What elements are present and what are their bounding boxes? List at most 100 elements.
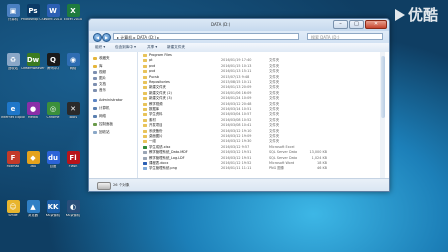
nav-pane-item[interactable]: 回收站 <box>93 130 110 135</box>
nav-pane-item[interactable]: 视频 <box>93 70 106 75</box>
nav-pane-item[interactable]: 图片 <box>93 76 106 81</box>
desktop-icon[interactable]: F Foxmail <box>2 151 24 175</box>
search-input[interactable]: 搜索 DATA (D:) <box>307 33 383 40</box>
content-area: 收藏夹库视频 图片 文档 音乐 Administrator 计算机网络控制面板回收站 Pr… <box>89 52 389 178</box>
app-icon: du <box>46 151 60 164</box>
file-name: pvd <box>149 69 156 74</box>
toolbar-button[interactable]: 组织 ▾ <box>95 45 105 50</box>
close-button[interactable]: ✕ <box>365 20 387 29</box>
desktop-icon[interactable]: ◆ 360 <box>22 151 44 175</box>
file-row[interactable]: pvd 2016/01/13 15:11 文件夹 <box>141 69 379 74</box>
file-row[interactable]: 新建文件夹 (3) 2016/01/24 10:09 文件夹 <box>141 96 379 101</box>
nav-pane-item[interactable]: 库 <box>93 64 103 69</box>
file-name: Repositories <box>149 80 170 84</box>
file-row[interactable]: Pucsb 2015/07/13 9:48 文件夹 <box>141 75 379 80</box>
file-row[interactable]: 桌面图片 2016/03/12 19:09 文件夹 <box>141 134 379 139</box>
scrollbar-thumb[interactable] <box>380 56 385 118</box>
file-row[interactable]: 新建文件夹 2016/01/13 20:09 文件夹 <box>141 85 379 90</box>
status-text: 26 个对象 <box>113 183 130 187</box>
file-date: 2015/08/15 10:11 <box>221 80 252 84</box>
file-name: Pucsb <box>149 74 159 79</box>
desktop-icon[interactable]: ▣ 计算机 <box>2 4 24 28</box>
file-name: 课程表.docx <box>149 161 169 165</box>
file-row[interactable]: 教学视频 2016/03/12 20:48 文件夹 <box>141 102 379 107</box>
desktop-icon[interactable]: X Excel 2010 <box>62 4 84 28</box>
desktop-icon[interactable]: ◎ Chrome <box>42 102 64 126</box>
nav-pane-item[interactable]: Administrator <box>93 98 123 102</box>
nav-pane-item[interactable]: 音乐 <box>93 88 106 93</box>
file-row[interactable]: 开发项目 2016/03/08 10:41 文件夹 <box>141 123 379 128</box>
address-bar[interactable]: ▸ 计算机 ▸ DATA (D:) ▸ <box>113 33 299 40</box>
nav-pane-label: 收藏夹 <box>99 56 110 60</box>
desktop-icon[interactable]: ◐ KK录像机 <box>62 200 84 224</box>
file-type: Microsoft Word <box>269 161 295 165</box>
nav-pane-item[interactable]: 网络 <box>93 114 106 119</box>
file-type: 文件夹 <box>269 90 280 95</box>
file-row[interactable]: 学生管理系统.png 2016/01/11 11:11 PNG 图像 46 KB <box>141 166 379 171</box>
desktop-icon[interactable]: Ps Photoshop CS6 <box>21 4 45 28</box>
file-size: 1,024 KB <box>311 155 327 160</box>
file-row[interactable]: 教学管理系统_Log.LDF 2016/03/12 19:51 SQL Server… <box>141 156 379 161</box>
file-row[interactable]: Program Files <box>141 53 379 58</box>
desktop-icon[interactable]: ☺ Smile <box>2 200 24 224</box>
desktop-icon[interactable]: Dw Dreamweaver <box>21 53 45 77</box>
window-title: DATA (D:) <box>211 22 231 27</box>
file-row[interactable]: pt 2016/01/19 17:40 文件夹 <box>141 58 379 63</box>
app-icon: F <box>6 151 20 164</box>
nav-pane-item[interactable]: 计算机 <box>93 106 110 111</box>
desktop-icon[interactable]: W Word 2010 <box>42 4 64 28</box>
desktop-icon[interactable]: Q 腾讯QQ <box>42 53 64 77</box>
file-row[interactable]: Repositories 2015/08/15 10:11 文件夹 <box>141 80 379 85</box>
file-row[interactable]: 学生资料 2016/03/04 10:57 文件夹 <box>141 112 379 117</box>
file-icon <box>143 162 147 165</box>
file-date: 2016/03/08 10:41 <box>221 123 252 128</box>
title-bar[interactable]: DATA (D:) – □ ✕ <box>89 19 389 31</box>
vertical-scrollbar[interactable] <box>380 52 385 178</box>
desktop-icon[interactable]: eInternet Explorer <box>1 102 25 126</box>
desktop-icon[interactable]: ✕ Tools <box>62 102 84 126</box>
nav-pane-label: 库 <box>99 64 103 68</box>
app-icon: ▣ <box>6 4 20 17</box>
file-type: 文件夹 <box>269 107 280 111</box>
desktop-icon[interactable]: KK KK录像机 <box>42 200 64 224</box>
back-button[interactable]: ◀ <box>93 33 102 42</box>
folder-icon <box>93 83 97 86</box>
maximize-button[interactable]: □ <box>349 20 364 29</box>
folder-icon <box>93 107 97 110</box>
nav-pane-item[interactable]: 控制面板 <box>93 122 113 127</box>
nav-pane-item[interactable]: 文档 <box>93 82 106 87</box>
file-icon <box>143 81 147 84</box>
file-type: 文件夹 <box>269 74 280 79</box>
file-row[interactable]: 课程表.docx 2016/01/12 19:52 Microsoft Word 18… <box>141 161 379 166</box>
file-row[interactable]: 一组 2016/03/12 19:30 文件夹 <box>141 139 379 144</box>
desktop-icon[interactable]: ▲ 浏览器 <box>22 200 44 224</box>
desktop-icon[interactable]: du 百度 <box>42 151 64 175</box>
desktop-icon[interactable]: ♻ 回收站 <box>2 53 24 77</box>
toolbar-button[interactable]: 包含到库中 ▾ <box>115 45 136 50</box>
desktop-icon[interactable]: ● Media <box>22 102 44 126</box>
toolbar-button[interactable]: 新建文件夹 <box>167 45 185 50</box>
nav-pane-item[interactable]: 收藏夹 <box>93 56 110 61</box>
file-date: 2016/03/12 19:09 <box>221 134 252 138</box>
file-row[interactable]: 系统备份 2016/03/12 19:10 文件夹 <box>141 129 379 134</box>
desktop-icon[interactable]: Fl Flash <box>62 151 84 175</box>
file-type: SQL Server Data <box>269 155 298 160</box>
forward-button[interactable]: ▶ <box>102 33 111 42</box>
file-name: pvd <box>149 63 156 68</box>
nav-pane-label: Administrator <box>99 98 123 102</box>
window-controls: – □ ✕ <box>333 20 387 29</box>
file-date: 2015/07/13 9:48 <box>221 74 250 79</box>
minimize-button[interactable]: – <box>333 20 348 29</box>
file-row[interactable]: 学生成绩.xlsx 2016/03/12 9:57 Microsoft Excel <box>141 145 379 150</box>
file-icon <box>143 151 147 155</box>
file-row[interactable]: 数据库 2016/03/14 10:51 文件夹 <box>141 107 379 112</box>
file-row[interactable]: 素材 2016/03/08 10:52 文件夹 <box>141 118 379 123</box>
file-row[interactable]: pvd 2016/01/15 10:13 文件夹 <box>141 64 379 69</box>
youku-watermark: 优酷 <box>394 4 438 25</box>
toolbar-button[interactable]: 共享 ▾ <box>147 45 157 50</box>
folder-icon <box>93 71 97 74</box>
file-row[interactable]: 新建文件夹 (2) 2016/01/06 16:09 文件夹 <box>141 91 379 96</box>
file-row[interactable]: 教学管理系统_Data.MDF 2016/03/12 19:51 SQL Serve… <box>141 150 379 155</box>
file-date: 2016/01/19 17:40 <box>221 58 252 63</box>
desktop-icon[interactable]: ◉ 网络 <box>62 53 84 77</box>
